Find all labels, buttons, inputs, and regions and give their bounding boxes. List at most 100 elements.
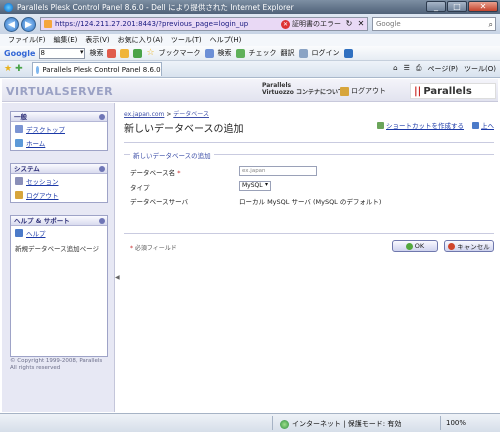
- google-search-box[interactable]: 8: [39, 47, 86, 59]
- sidebar-section-title: 一般: [11, 112, 107, 122]
- search-icon[interactable]: ⌕: [489, 19, 493, 31]
- sidebar-section-title: システム: [11, 164, 107, 174]
- breadcrumb: ex.japan.com > データベース: [124, 111, 209, 118]
- required-mark: *: [177, 169, 181, 177]
- tab-title: Parallels Plesk Control Panel 8.6.0: [42, 65, 161, 74]
- collapse-icon[interactable]: [99, 218, 105, 224]
- main-content: ex.japan.com > データベース 新しいデータベースの追加 ショートカ…: [124, 109, 494, 252]
- mail-icon[interactable]: [343, 48, 353, 58]
- window-titlebar: Parallels Plesk Control Panel 8.6.0 - De…: [0, 0, 500, 14]
- field-name-label: データベース名 *: [130, 169, 181, 177]
- sidebar-item-logout[interactable]: ログアウト: [11, 188, 107, 202]
- up-level-link[interactable]: 上へ: [472, 120, 494, 130]
- desktop-icon: [15, 125, 23, 133]
- menu-view[interactable]: 表示(V): [85, 35, 109, 45]
- home-icon: [15, 139, 23, 147]
- sidebar-section-system: システム セッション ログアウト: [10, 163, 108, 203]
- new-database-form: 新しいデータベースの追加 データベース名 * ex.japan タイプ MySQ…: [124, 150, 494, 226]
- browser-tab[interactable]: Parallels Plesk Control Panel 8.6.0: [31, 62, 162, 76]
- header-logout-link[interactable]: ログアウト: [340, 86, 386, 96]
- create-shortcut-link[interactable]: ショートカットを作成する: [377, 120, 464, 130]
- context-help-text: 新規データベース追加ページ: [15, 245, 100, 253]
- globe-icon: [280, 419, 289, 429]
- stop-icon[interactable]: ✕: [355, 18, 367, 30]
- tools-menu[interactable]: ツール(O): [464, 64, 496, 74]
- copyright-line1: © Copyright 1999-2008, Parallels: [10, 358, 103, 364]
- divider: [124, 142, 494, 143]
- bookmarks-button[interactable]: ブックマーク: [159, 48, 201, 58]
- about-line2: Virtuozzo コンテナについて: [262, 89, 344, 96]
- translate-button[interactable]: 翻訳: [281, 48, 295, 58]
- sidebar-item-sessions[interactable]: セッション: [11, 174, 107, 188]
- database-type-select[interactable]: MySQL: [239, 181, 271, 191]
- back-button[interactable]: ◀: [4, 16, 19, 32]
- shortcut-icon: [377, 121, 384, 129]
- certificate-error[interactable]: ✕ 証明書のエラー: [281, 19, 341, 29]
- toolbar-icon[interactable]: [120, 48, 130, 58]
- login-button[interactable]: ログイン: [312, 48, 340, 58]
- search-icon[interactable]: [204, 48, 214, 58]
- sessions-icon: [15, 177, 23, 185]
- collapse-icon[interactable]: [99, 114, 105, 120]
- about-virtuozzo-link[interactable]: Parallels Virtuozzo コンテナについて: [262, 82, 344, 96]
- forward-button[interactable]: ▶: [21, 16, 36, 32]
- sidebar-collapse-handle[interactable]: ◀: [115, 274, 120, 282]
- url-text[interactable]: https://124.211.27.201:8443/?previous_pa…: [55, 20, 281, 28]
- breadcrumb-domain[interactable]: ex.japan.com: [124, 111, 164, 118]
- google-search-button[interactable]: 検索: [89, 48, 103, 58]
- feeds-icon[interactable]: ☰: [404, 64, 410, 74]
- minimize-button[interactable]: _: [426, 1, 446, 12]
- sidebar-item-help[interactable]: ヘルプ: [11, 226, 107, 240]
- web-page: VIRTUALSERVER Parallels Virtuozzo コンテナにつ…: [2, 79, 498, 412]
- search-placeholder: Google: [376, 20, 401, 28]
- menu-file[interactable]: ファイル(F): [8, 35, 46, 45]
- favorites-star-icon[interactable]: ★: [4, 64, 12, 74]
- toolbar-icon[interactable]: [107, 48, 117, 58]
- divider: [440, 416, 441, 430]
- page-actions: ショートカットを作成する 上へ: [377, 120, 494, 130]
- menu-tools[interactable]: ツール(T): [171, 35, 202, 45]
- menu-favorites[interactable]: お気に入り(A): [118, 35, 163, 45]
- error-icon: ✕: [281, 19, 290, 29]
- wrench-icon[interactable]: [298, 48, 308, 58]
- print-icon[interactable]: ⎙: [416, 64, 422, 74]
- breadcrumb-databases[interactable]: データベース: [173, 111, 209, 118]
- copyright: © Copyright 1999-2008, Parallels All rig…: [10, 358, 102, 372]
- sidebar-item-home[interactable]: ホーム: [11, 136, 107, 150]
- check-icon[interactable]: [235, 48, 245, 58]
- home-icon[interactable]: ⌂: [393, 64, 397, 74]
- google-box-value: 8: [40, 48, 45, 57]
- google-logo: Google: [4, 48, 36, 58]
- maximize-button[interactable]: □: [447, 1, 467, 12]
- bookmark-star-icon[interactable]: ☆: [146, 48, 154, 58]
- page-menu[interactable]: ページ(P): [427, 64, 458, 74]
- address-toolbar: ◀ ▶ https://124.211.27.201:8443/?previou…: [0, 14, 500, 34]
- sidebar-item-desktop[interactable]: デスクトップ: [11, 122, 107, 136]
- required-note: * 必須フィールド: [130, 245, 177, 252]
- plesk-header: VIRTUALSERVER Parallels Virtuozzo コンテナにつ…: [2, 79, 498, 102]
- form-legend: 新しいデータベースの追加: [130, 150, 214, 160]
- menu-help[interactable]: ヘルプ(H): [210, 35, 242, 45]
- search2-button[interactable]: 検索: [218, 48, 232, 58]
- add-favorite-icon[interactable]: ✚: [15, 64, 23, 74]
- sidebar-section-help: ヘルプ & サポート ヘルプ 新規データベース追加ページ: [10, 215, 108, 357]
- ok-button[interactable]: OK: [392, 240, 438, 252]
- database-name-input[interactable]: ex.japan: [239, 166, 317, 176]
- collapse-icon[interactable]: [99, 166, 105, 172]
- cancel-button[interactable]: キャンセル: [444, 240, 494, 252]
- toolbar-icon[interactable]: [133, 48, 143, 58]
- ok-icon: [405, 242, 413, 250]
- close-button[interactable]: ✕: [468, 1, 498, 12]
- field-server-label: データベースサーバ: [130, 198, 189, 206]
- parallels-wordmark: Parallels: [423, 85, 472, 97]
- check-button[interactable]: チェック: [249, 48, 277, 58]
- refresh-icon[interactable]: ↻: [343, 18, 355, 30]
- logout-icon: [340, 86, 349, 96]
- search-input[interactable]: Google ⌕: [372, 17, 496, 31]
- parallels-logo: || Parallels: [410, 83, 496, 99]
- help-icon: [15, 229, 23, 237]
- zone-label: インターネット | 保護モード: 有効: [292, 420, 402, 428]
- zoom-level[interactable]: 100%: [446, 419, 466, 427]
- address-field[interactable]: https://124.211.27.201:8443/?previous_pa…: [40, 17, 368, 31]
- menu-edit[interactable]: 編集(E): [54, 35, 78, 45]
